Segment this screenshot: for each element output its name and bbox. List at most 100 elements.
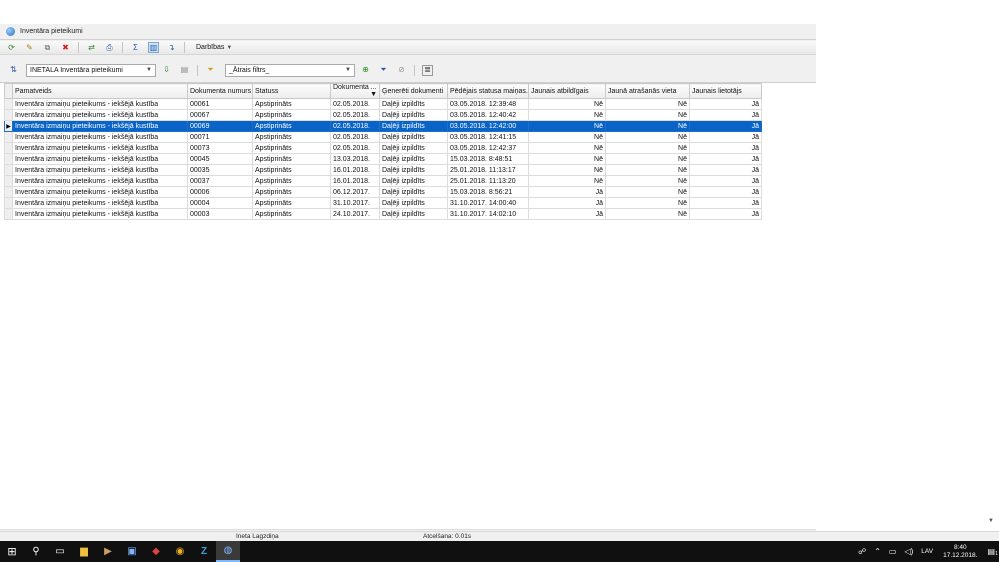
column-header[interactable]: Pēdējais statusa maiņas... bbox=[447, 83, 529, 99]
status-refresh-time: Atcelšana: 0.01s bbox=[423, 533, 472, 540]
column-header[interactable]: Dokumenta ... ▼ bbox=[330, 83, 380, 99]
table-cell: 00004 bbox=[187, 197, 253, 209]
columns-icon[interactable]: ▥ bbox=[148, 42, 159, 53]
table-cell: 00067 bbox=[187, 109, 253, 121]
table-row[interactable]: Inventāra izmaiņu pieteikums - iekšējā k… bbox=[4, 153, 762, 165]
export-icon[interactable]: ↴ bbox=[166, 42, 177, 53]
toolbar-separator bbox=[184, 42, 185, 53]
filter-icon[interactable]: ⏷ bbox=[205, 65, 216, 76]
row-indicator[interactable] bbox=[4, 109, 13, 121]
add-filter-icon[interactable]: ⊕ bbox=[360, 65, 371, 76]
table-cell: Daļēji izpildīts bbox=[379, 153, 448, 165]
row-indicator[interactable] bbox=[4, 142, 13, 154]
table-row[interactable]: Inventāra izmaiņu pieteikums - iekšējā k… bbox=[4, 109, 762, 121]
z-app-icon[interactable]: Z bbox=[192, 541, 216, 562]
table-cell: Inventāra izmaiņu pieteikums - iekšējā k… bbox=[12, 153, 188, 165]
table-cell: Jā bbox=[689, 109, 762, 121]
row-indicator[interactable] bbox=[4, 197, 13, 209]
network-icon[interactable]: ▭ bbox=[889, 547, 897, 556]
view-grid-icon[interactable]: ▤ bbox=[179, 65, 190, 76]
edit-filter-icon[interactable]: ⏷ bbox=[378, 65, 389, 76]
table-row[interactable]: Inventāra izmaiņu pieteikums - iekšējā k… bbox=[4, 186, 762, 198]
table-cell: Inventāra izmaiņu pieteikums - iekšējā k… bbox=[12, 142, 188, 154]
column-header[interactable]: Statuss bbox=[252, 83, 331, 99]
table-row[interactable]: Inventāra izmaiņu pieteikums - iekšējā k… bbox=[4, 98, 762, 110]
red-app-icon[interactable]: ◆ bbox=[144, 541, 168, 562]
windows-start-icon[interactable]: ⊞ bbox=[0, 541, 24, 562]
row-indicator[interactable]: ▶ bbox=[4, 120, 13, 132]
notifications-icon[interactable]: ▤ 1 bbox=[987, 547, 998, 557]
table-cell: Apstiprināts bbox=[252, 197, 331, 209]
row-indicator[interactable] bbox=[4, 208, 13, 220]
view-settings-icon[interactable]: ⇅ bbox=[8, 65, 19, 76]
table-cell: 24.10.2017. bbox=[330, 208, 380, 220]
table-cell: 13.03.2018. bbox=[330, 153, 380, 165]
chrome-icon[interactable]: ◉ bbox=[168, 541, 192, 562]
chevron-down-icon: ▼ bbox=[226, 45, 233, 51]
print-icon[interactable]: ⎙ bbox=[104, 42, 115, 53]
view-select[interactable]: INETALA Inventāra pieteikumi ▼ bbox=[26, 63, 156, 77]
table-cell: Nē bbox=[528, 175, 606, 187]
volume-icon[interactable]: ◁) bbox=[904, 547, 913, 556]
vertical-scrollbar[interactable]: ▼ bbox=[986, 488, 996, 528]
file-explorer-icon[interactable]: ▆ bbox=[72, 541, 96, 562]
row-indicator[interactable] bbox=[4, 175, 13, 187]
table-cell: Daļēji izpildīts bbox=[379, 175, 448, 187]
chevron-up-icon[interactable]: ⌃ bbox=[874, 547, 881, 556]
table-cell: Nē bbox=[605, 197, 690, 209]
column-header[interactable]: Ģenerēti dokumenti bbox=[379, 83, 448, 99]
language-indicator[interactable]: LAV bbox=[921, 548, 933, 555]
table-cell: Nē bbox=[528, 131, 606, 143]
task-view-icon[interactable]: ▭ bbox=[48, 541, 72, 562]
table-cell: Daļēji izpildīts bbox=[379, 131, 448, 143]
clock[interactable]: 8:40 17.12.2018. bbox=[943, 544, 977, 560]
media-player-icon[interactable]: ▶ bbox=[96, 541, 120, 562]
save-view-icon[interactable]: ⇩ bbox=[161, 65, 172, 76]
people-icon[interactable]: ☍ bbox=[858, 547, 866, 556]
table-cell: 00035 bbox=[187, 164, 253, 176]
row-indicator[interactable] bbox=[4, 98, 13, 110]
copy-icon[interactable]: ⧉ bbox=[42, 42, 53, 53]
horizon-app-icon[interactable]: ◍ bbox=[216, 541, 240, 562]
toolbar-separator bbox=[122, 42, 123, 53]
table-row[interactable]: Inventāra izmaiņu pieteikums - iekšējā k… bbox=[4, 131, 762, 143]
quick-filter-select[interactable]: _Ātrais filtrs_ ▼ bbox=[225, 63, 355, 77]
table-row[interactable]: Inventāra izmaiņu pieteikums - iekšējā k… bbox=[4, 208, 762, 220]
table-cell: Jā bbox=[689, 153, 762, 165]
row-indicator[interactable] bbox=[4, 164, 13, 176]
table-row[interactable]: ▶ Inventāra izmaiņu pieteikums - iekšējā … bbox=[4, 120, 762, 132]
column-header[interactable]: Jaunais atbildīgais bbox=[528, 83, 606, 99]
table-cell: Daļēji izpildīts bbox=[379, 120, 448, 132]
column-header[interactable]: Jaunā atrašanās vieta bbox=[605, 83, 690, 99]
row-indicator[interactable] bbox=[4, 131, 13, 143]
table-cell: Daļēji izpildīts bbox=[379, 98, 448, 110]
table-row[interactable]: Inventāra izmaiņu pieteikums - iekšējā k… bbox=[4, 197, 762, 209]
table-row[interactable]: Inventāra izmaiņu pieteikums - iekšējā k… bbox=[4, 175, 762, 187]
table-cell: 00003 bbox=[187, 208, 253, 220]
app-window-icon[interactable]: ▣ bbox=[120, 541, 144, 562]
edit-icon[interactable]: ✎ bbox=[24, 42, 35, 53]
table-cell: Apstiprināts bbox=[252, 120, 331, 132]
row-indicator[interactable] bbox=[4, 153, 13, 165]
sort-icon[interactable]: ≣ bbox=[422, 64, 433, 76]
column-header[interactable]: Dokumenta numurs bbox=[187, 83, 253, 99]
table-row[interactable]: Inventāra izmaiņu pieteikums - iekšējā k… bbox=[4, 142, 762, 154]
actions-menu[interactable]: Darbības ▼ bbox=[196, 44, 232, 51]
table-cell: Inventāra izmaiņu pieteikums - iekšējā k… bbox=[12, 164, 188, 176]
table-cell: Jā bbox=[528, 208, 606, 220]
refresh-icon[interactable]: ⇄ bbox=[86, 42, 97, 53]
table-cell: Apstiprināts bbox=[252, 142, 331, 154]
column-header[interactable]: Jaunais lietotājs bbox=[689, 83, 762, 99]
search-icon[interactable]: ⚲ bbox=[24, 541, 48, 562]
table-row[interactable]: Inventāra izmaiņu pieteikums - iekšējā k… bbox=[4, 164, 762, 176]
row-indicator[interactable] bbox=[4, 186, 13, 198]
clear-filter-icon[interactable]: ⊘ bbox=[396, 65, 407, 76]
new-icon[interactable]: ⟳ bbox=[6, 42, 17, 53]
scroll-down-icon[interactable]: ▼ bbox=[988, 518, 994, 524]
delete-icon[interactable]: ✖ bbox=[60, 42, 71, 53]
column-header[interactable]: Pamatveids bbox=[12, 83, 188, 99]
sum-icon[interactable]: Σ bbox=[130, 42, 141, 53]
table-header: Pamatveids Dokumenta numurs Statuss Dokumen… bbox=[4, 83, 762, 99]
table-cell: Nē bbox=[605, 142, 690, 154]
table-cell: 00006 bbox=[187, 186, 253, 198]
